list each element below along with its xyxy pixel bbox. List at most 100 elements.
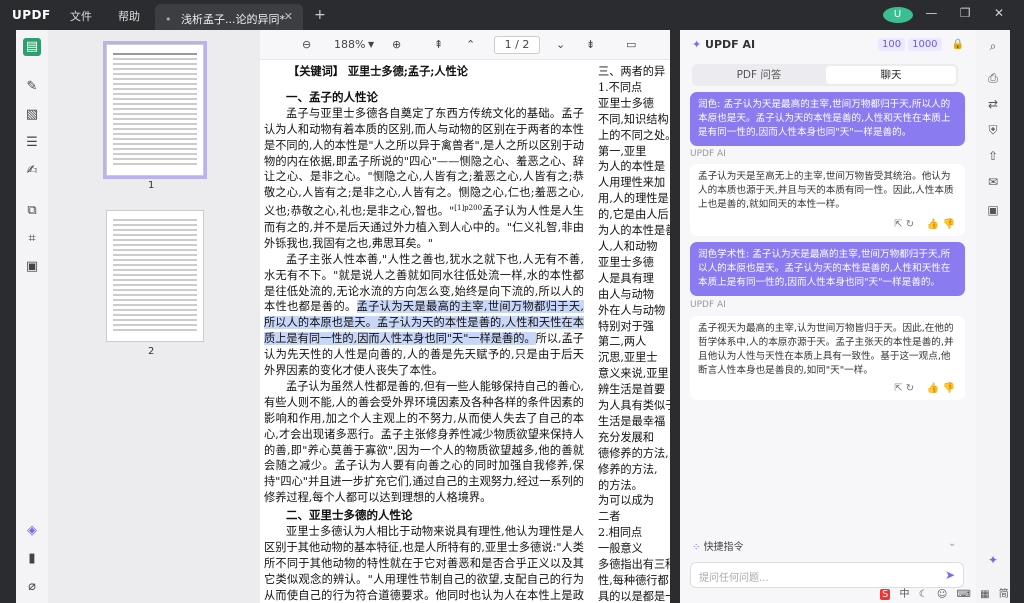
comment-icon[interactable]: ✎ (23, 78, 41, 96)
document-right-column: 三、两者的异 1.不同点 亚里士多德 不同,知识结构 上的不同之处。 第一,亚里 为人的本性… (598, 64, 670, 603)
document-tab[interactable]: • 浅析孟子...论的异同* ✕ (155, 4, 303, 30)
column-line: 不同,知识结构 (598, 112, 669, 126)
edit-pdf-icon[interactable]: ▧ (23, 106, 41, 124)
column-line: 2.相同点 (598, 526, 643, 540)
regenerate-icon[interactable]: ↻ (906, 383, 914, 394)
keyboard-icon[interactable]: ⌨ (957, 589, 971, 600)
thumbs-up-icon[interactable]: 👍 (927, 219, 939, 230)
ai-assistant-icon[interactable]: ✦ (985, 552, 1001, 568)
viewer-toolbar: ⊖ 188% ▼ ⊕ ⇞ ⌃ 1 / 2 ⌄ ⇟ ▭ (260, 30, 670, 60)
zoom-out-icon[interactable]: ⊖ (302, 38, 311, 51)
thumbs-down-icon[interactable]: 👎 (943, 219, 955, 230)
ai-response-2: 孟子视天为最高的主宰,认为世间万物皆归于天。因此,在他的哲学体系中,人的本原亦源… (690, 316, 965, 400)
lock-icon[interactable]: 🔒 (948, 38, 968, 51)
column-line: 辨生活是首要 (598, 383, 666, 397)
menu-file[interactable]: 文件 (70, 8, 92, 24)
column-line: 1.不同点 (598, 80, 643, 94)
zoom-level[interactable]: 188% (334, 38, 365, 51)
credit-badge-1: 100 (878, 38, 906, 51)
search-icon[interactable]: ⌕ (985, 38, 1001, 54)
send-icon[interactable]: ➤ (945, 568, 955, 582)
column-line: 人用理性来加 (598, 176, 666, 190)
sign-icon[interactable]: ✍ (23, 162, 41, 180)
chevron-down-icon: ⌄ (948, 538, 957, 549)
prev-page-icon[interactable]: ⌃ (466, 38, 475, 51)
quick-command-button[interactable]: ⁘ 快捷指令 ⌄ (692, 538, 956, 553)
insert-icon[interactable]: ⇱ (894, 219, 902, 230)
layers-icon[interactable]: ◈ (23, 522, 41, 540)
keywords-line: 【关键词】 亚里士多德;孟子;人性论 (288, 64, 468, 78)
form-icon[interactable]: ☰ (23, 134, 41, 152)
zoom-dropdown-icon[interactable]: ▼ (368, 40, 374, 49)
first-page-icon[interactable]: ⇞ (434, 38, 443, 51)
paragraph: 孟子与亚里士多德各自奠定了东西方传统文化的基础。孟子认为人和动物有着本质的区别,… (264, 106, 584, 250)
column-line: 为可以成为 (598, 494, 654, 508)
bookmark-icon[interactable]: ▮ (23, 550, 41, 568)
thumbnail-label-1: 1 (148, 180, 155, 191)
page-thumbnail-1[interactable] (103, 41, 207, 179)
new-tab-icon[interactable]: + (314, 7, 326, 23)
app-logo: UPDF (12, 8, 51, 22)
insert-icon[interactable]: ⇱ (894, 383, 902, 394)
save-icon[interactable]: ▣ (985, 202, 1001, 218)
thumbs-up-icon[interactable]: 👍 (927, 383, 939, 394)
moon-icon[interactable]: ☾ (919, 589, 928, 600)
attachment-icon[interactable]: ⌀ (23, 578, 41, 596)
response-actions: ⇱ ↻ 👍 👎 (894, 382, 955, 396)
grid-icon[interactable]: ▦ (980, 589, 989, 600)
emoji-icon[interactable]: ☺ (937, 589, 947, 600)
regenerate-icon[interactable]: ↻ (906, 219, 914, 230)
close-tab-icon[interactable]: ✕ (284, 10, 293, 23)
lang-mode[interactable]: 简 (999, 585, 1009, 600)
convert-icon[interactable]: ⇄ (985, 96, 1001, 112)
column-line: 二者 (598, 510, 621, 524)
menu-help[interactable]: 帮助 (118, 8, 140, 24)
print-icon[interactable]: ⎙ (985, 70, 1001, 86)
reader-icon[interactable]: ▤ (23, 38, 41, 56)
column-line: 亚里士多德 (598, 96, 654, 110)
close-window-icon[interactable]: ✕ (984, 6, 1014, 20)
next-page-icon[interactable]: ⌄ (556, 38, 565, 51)
section-heading-1: 一、孟子的人性论 (286, 89, 378, 104)
minimize-icon[interactable]: — (916, 6, 946, 20)
section-heading-2: 二、亚里士多德的人性论 (286, 508, 413, 523)
tab-chat[interactable]: 聊天 (826, 66, 956, 84)
email-icon[interactable]: ✉ (985, 174, 1001, 190)
page-thumbnail-2[interactable] (106, 210, 204, 342)
column-line: 性,每种德行都 (598, 574, 669, 587)
column-line: 一般意义 (598, 542, 643, 556)
page-number-box[interactable]: 1 / 2 (494, 36, 540, 54)
organize-pages-icon[interactable]: ⧉ (23, 202, 41, 220)
share-icon[interactable]: ⇧ (985, 148, 1001, 164)
column-line: 第一,亚里 (598, 144, 647, 158)
title-bar: UPDF 文件 帮助 • 浅析孟子...论的异同* ✕ + U — ❐ ✕ (0, 0, 1024, 30)
column-line: 第二,两人 (598, 335, 647, 349)
column-line: 人是具有理 (598, 271, 654, 285)
thumbnail-label-2: 2 (148, 346, 155, 357)
last-page-icon[interactable]: ⇟ (586, 38, 595, 51)
document-viewer[interactable]: ⊖ 188% ▼ ⊕ ⇞ ⌃ 1 / 2 ⌄ ⇟ ▭ 【关键词】 亚里士多德;孟… (260, 30, 670, 603)
ai-mode-switch: PDF 问答 聊天 (692, 64, 958, 86)
zoom-in-icon[interactable]: ⊕ (392, 38, 401, 51)
paragraph: 亚里士多德认为人相比于动物来说具有理性,他认为理性是人区别于其他动物的基本特征,… (264, 525, 584, 602)
sogou-icon[interactable]: S (880, 589, 891, 600)
ai-logo-icon: ✦ (692, 38, 706, 51)
window-controls: U — ❐ ✕ (882, 6, 1014, 23)
response-actions: ⇱ ↻ 👍 👎 (894, 218, 955, 232)
crop-icon[interactable]: ⌗ (23, 230, 41, 248)
ime-mode[interactable]: 中 (900, 585, 910, 600)
presentation-icon[interactable]: ▭ (626, 38, 636, 51)
ai-assistant-panel: ✦ UPDF AI 100 1000 🔒 PDF 问答 聊天 润色: 孟子认为天是… (680, 30, 976, 603)
column-line: 外在人与动物 (598, 303, 666, 317)
tab-pdf-qa[interactable]: PDF 问答 (694, 66, 824, 84)
ocr-icon[interactable]: ▣ (23, 258, 41, 276)
tab-title: 浅析孟子...论的异同* (181, 13, 285, 26)
restore-icon[interactable]: ❐ (950, 6, 980, 20)
user-avatar[interactable]: U (882, 6, 913, 23)
column-line: 的方法。 (598, 478, 643, 492)
user-message-2: 润色学术性: 孟子认为天是最高的主宰,世间万物都归于天,所以人的本原也是天。孟子… (690, 242, 965, 296)
protect-icon[interactable]: ⛨ (985, 122, 1001, 138)
column-line: 亚里士多德 (598, 255, 654, 269)
credit-badge-2: 1000 (908, 38, 942, 51)
thumbs-down-icon[interactable]: 👎 (943, 383, 955, 394)
